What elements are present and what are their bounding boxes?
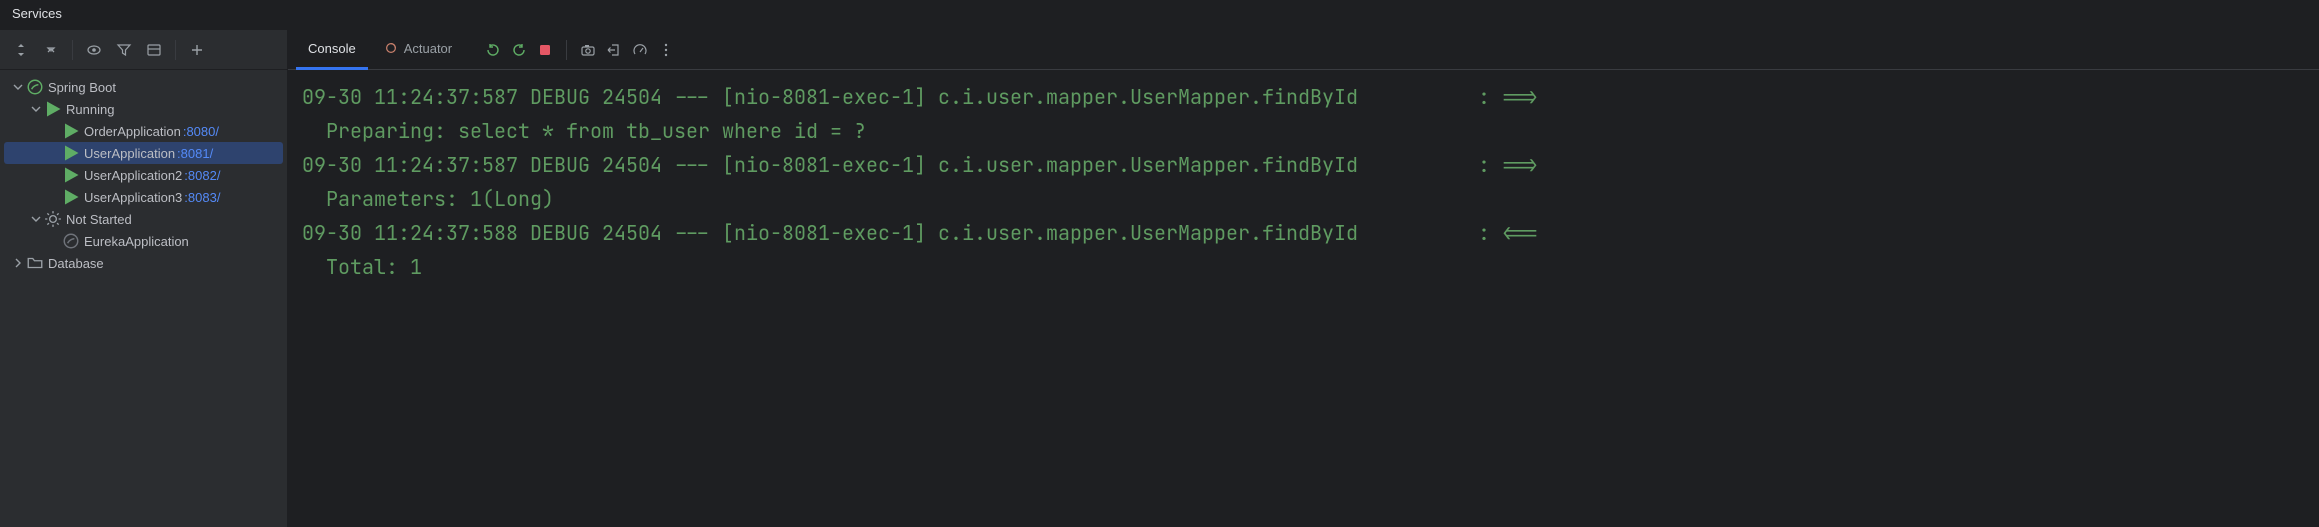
- gauge-icon[interactable]: [629, 39, 651, 61]
- run-icon: [62, 144, 80, 162]
- app-name: OrderApplication: [84, 124, 181, 139]
- tree-label: Database: [48, 256, 104, 271]
- sidebar-toolbar: [0, 30, 287, 70]
- run-icon: [62, 166, 80, 184]
- expand-all-icon[interactable]: [10, 39, 32, 61]
- tree-node-notstarted[interactable]: Not Started: [0, 208, 287, 230]
- rerun-icon[interactable]: [482, 39, 504, 61]
- more-icon[interactable]: [655, 39, 677, 61]
- tree-node-app[interactable]: UserApplication :8081/: [4, 142, 283, 164]
- tab-label: Console: [308, 41, 356, 56]
- gear-icon: [44, 210, 62, 228]
- tree-label: Running: [66, 102, 114, 117]
- eye-icon[interactable]: [83, 39, 105, 61]
- app-port[interactable]: :8080/: [183, 124, 219, 139]
- rerun-debug-icon[interactable]: [508, 39, 530, 61]
- collapse-all-icon[interactable]: [40, 39, 62, 61]
- tree-node-app[interactable]: OrderApplication :8080/: [0, 120, 287, 142]
- app-name: UserApplication: [84, 146, 175, 161]
- run-icon: [62, 188, 80, 206]
- exit-icon[interactable]: [603, 39, 625, 61]
- services-tree: Spring Boot Running OrderApplication :80…: [0, 70, 287, 274]
- camera-icon[interactable]: [577, 39, 599, 61]
- app-name: UserApplication3: [84, 190, 182, 205]
- folder-icon: [26, 254, 44, 272]
- run-icon: [44, 100, 62, 118]
- panel-title-label: Services: [12, 6, 62, 21]
- content-toolbar: Console Actuator: [288, 30, 2319, 70]
- tree-node-running[interactable]: Running: [0, 98, 287, 120]
- tree-node-springboot[interactable]: Spring Boot: [0, 76, 287, 98]
- app-name: UserApplication2: [84, 168, 182, 183]
- layout-icon[interactable]: [143, 39, 165, 61]
- chevron-down-icon[interactable]: [10, 79, 26, 95]
- filter-icon[interactable]: [113, 39, 135, 61]
- services-sidebar: Spring Boot Running OrderApplication :80…: [0, 30, 288, 527]
- spring-icon: [62, 232, 80, 250]
- chevron-down-icon[interactable]: [28, 101, 44, 117]
- add-icon[interactable]: [186, 39, 208, 61]
- chevron-down-icon[interactable]: [28, 211, 44, 227]
- content-area: Console Actuator 09-30 11:24:37:587 DEBU…: [288, 30, 2319, 527]
- separator: [72, 40, 73, 60]
- app-port[interactable]: :8083/: [184, 190, 220, 205]
- tree-node-database[interactable]: Database: [0, 252, 287, 274]
- tab-actuator[interactable]: Actuator: [372, 30, 464, 70]
- app-port[interactable]: :8082/: [184, 168, 220, 183]
- console-output[interactable]: 09-30 11:24:37:587 DEBUG 24504 --- [nio-…: [288, 70, 2319, 527]
- chevron-right-icon[interactable]: [10, 255, 26, 271]
- tree-label: Not Started: [66, 212, 132, 227]
- panel-title: Services: [0, 0, 2319, 30]
- tree-node-app[interactable]: EurekaApplication: [0, 230, 287, 252]
- tab-label: Actuator: [404, 41, 452, 56]
- spring-icon: [26, 78, 44, 96]
- tab-console[interactable]: Console: [296, 30, 368, 70]
- actuator-icon: [384, 41, 398, 55]
- separator: [566, 40, 567, 60]
- tree-node-app[interactable]: UserApplication3 :8083/: [0, 186, 287, 208]
- app-port[interactable]: :8081/: [177, 146, 213, 161]
- tree-node-app[interactable]: UserApplication2 :8082/: [0, 164, 287, 186]
- separator: [175, 40, 176, 60]
- stop-icon[interactable]: [534, 39, 556, 61]
- tree-label: Spring Boot: [48, 80, 116, 95]
- run-icon: [62, 122, 80, 140]
- app-name: EurekaApplication: [84, 234, 189, 249]
